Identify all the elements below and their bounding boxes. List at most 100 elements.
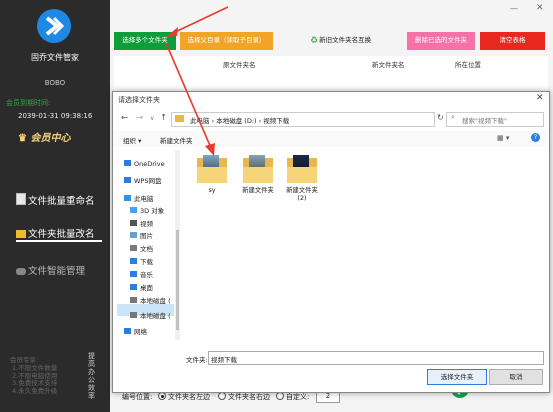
new-folder-button[interactable]: 新建文件夹 — [160, 135, 193, 145]
number-position-label: 编号位置: — [122, 393, 153, 401]
close-icon[interactable]: ✕ — [536, 3, 544, 13]
folder-name: 新建文件夹 (2) — [286, 187, 318, 202]
radio-dot[interactable] — [276, 392, 284, 400]
radio-right[interactable]: 文件夹名右边 — [218, 392, 270, 402]
folder-item[interactable]: 新建文件夹 — [236, 155, 280, 195]
tree-item-label: 本地磁盘 ( — [140, 297, 171, 305]
slogan-vertical: 提高办公效率 — [88, 352, 95, 400]
nav-folder-rename[interactable]: 文件夹批量改名 — [16, 226, 108, 240]
tree-item[interactable]: 视频 — [130, 218, 153, 228]
col-new-name[interactable]: 新文件夹名 — [372, 59, 405, 69]
tree-item-label: 本地磁盘 ( — [140, 312, 171, 320]
folder-icon — [175, 115, 184, 122]
swap-names-button[interactable]: ♻ 新旧文件夹名互换 — [300, 32, 382, 50]
swap-icon: ♻ — [310, 37, 318, 44]
delete-selected-button[interactable]: 删除已选的文件夹 — [407, 32, 475, 50]
tree-item[interactable]: 文档 — [130, 243, 153, 253]
refresh-icon[interactable]: ↻ — [437, 113, 444, 122]
radio-dot[interactable] — [158, 392, 166, 400]
tree-item[interactable]: OneDrive — [124, 160, 165, 168]
tree-item-label: 3D 对象 — [140, 207, 165, 215]
table-header — [114, 56, 548, 71]
wps-cloud-icon — [124, 177, 131, 183]
tree-item-label: 图片 — [140, 232, 153, 240]
member-center-label: 会员中心 — [30, 133, 71, 144]
tree-item-label: 视频 — [140, 220, 153, 228]
clear-table-button[interactable]: 清空表格 — [480, 32, 545, 50]
member-benefits-list: 1.不限文件数量 2.不限电脑使用 3.免费技术支持 4.永久免费升级 — [12, 364, 58, 395]
folder-name-input[interactable] — [208, 351, 544, 365]
tree-item[interactable]: 本地磁盘 ( — [130, 295, 171, 305]
music-icon — [130, 271, 137, 277]
folder-icon — [243, 155, 273, 183]
network-icon — [124, 328, 131, 334]
folder-icon — [16, 230, 26, 238]
tree-item-label: 音乐 — [140, 271, 153, 279]
recent-chevron-icon[interactable]: ∨ — [150, 115, 154, 122]
folder-item[interactable]: 新建文件夹 (2) — [280, 155, 324, 202]
search-icon: ⌕ — [451, 113, 455, 121]
dialog-close-icon[interactable]: ✕ — [536, 93, 544, 103]
drive-icon — [130, 312, 137, 318]
download-icon — [130, 258, 137, 264]
folder-name-value: 视频下载 — [211, 356, 237, 364]
help-icon[interactable]: ? — [531, 133, 540, 142]
cloud-icon — [124, 160, 131, 166]
tree-item[interactable]: 下载 — [130, 256, 153, 266]
up-arrow-icon[interactable]: ↑ — [160, 113, 167, 123]
tree-item-label: 下载 — [140, 258, 153, 266]
tree-item-label: 文档 — [140, 245, 153, 253]
video-icon — [130, 220, 137, 226]
folder-icon — [287, 155, 317, 183]
tree-scroll-thumb[interactable] — [176, 230, 179, 330]
member-expiry-label: 会员到期时间: — [6, 99, 51, 107]
gamepad-icon — [16, 268, 26, 275]
document-icon — [16, 193, 26, 205]
select-folders-button[interactable]: 选择多个文件夹 — [114, 32, 176, 50]
select-parent-dir-button[interactable]: 选择父目录（读取子目录） — [180, 32, 273, 50]
organize-menu[interactable]: 组织 ▾ — [123, 135, 141, 145]
tree-item[interactable]: WPS网盘 — [124, 175, 161, 185]
drive-icon — [130, 297, 137, 303]
col-location[interactable]: 所在位置 — [455, 59, 481, 69]
app-logo-icon — [37, 9, 71, 43]
crown-icon: ♛ — [18, 133, 27, 144]
back-arrow-icon[interactable]: ← — [121, 113, 128, 123]
tree-item-label: 网络 — [134, 328, 147, 336]
tree-item[interactable]: 本地磁盘 ( — [130, 310, 171, 320]
search-placeholder: 搜索"视频下载" — [462, 117, 507, 125]
nav-file-rename[interactable]: 文件批量重命名 — [16, 193, 108, 207]
app-name: 固乔文件管家 — [31, 53, 79, 62]
cube-icon — [130, 207, 137, 213]
folder-item[interactable]: sy — [190, 155, 234, 195]
folder-icon — [197, 155, 227, 183]
tree-item-label: WPS网盘 — [134, 177, 162, 185]
tree-item[interactable]: 桌面 — [130, 282, 153, 292]
member-benefits-title: 会员专享: — [10, 356, 39, 364]
image-icon — [130, 232, 137, 238]
forward-arrow-icon[interactable]: → — [136, 113, 143, 123]
tree-item[interactable]: 3D 对象 — [130, 205, 164, 215]
folder-name: 新建文件夹 — [242, 187, 274, 194]
radio-left[interactable]: 文件夹名左边 — [158, 392, 210, 402]
minimize-icon[interactable]: — — [510, 4, 518, 13]
desktop-icon — [130, 284, 137, 290]
tree-item-label: OneDrive — [134, 160, 165, 168]
radio-custom[interactable]: 自定义: — [276, 392, 309, 402]
nav-smart-manage[interactable]: 文件智能管理 — [16, 263, 108, 277]
view-options-icon[interactable]: ▦ ▾ — [497, 134, 509, 142]
tree-item[interactable]: 网络 — [124, 326, 147, 336]
tree-item-label: 此电脑 — [134, 195, 154, 203]
tree-item[interactable]: 音乐 — [130, 269, 153, 279]
computer-icon — [124, 195, 131, 201]
radio-dot[interactable] — [218, 392, 226, 400]
member-expiry-time: 2039-01-31 09:38:16 — [18, 112, 93, 120]
tree-item[interactable]: 此电脑 — [124, 193, 154, 203]
tree-item[interactable]: 图片 — [130, 230, 153, 240]
col-original-name[interactable]: 原文件夹名 — [223, 59, 256, 69]
cancel-button[interactable]: 取消 — [489, 369, 543, 385]
tree-item-label: 桌面 — [140, 284, 153, 292]
select-folder-button[interactable]: 选择文件夹 — [427, 369, 487, 385]
address-path[interactable]: 此电脑 › 本地磁盘 (D:) › 视频下载 — [190, 115, 289, 125]
member-center-link[interactable]: ♛ 会员中心 — [18, 129, 70, 144]
